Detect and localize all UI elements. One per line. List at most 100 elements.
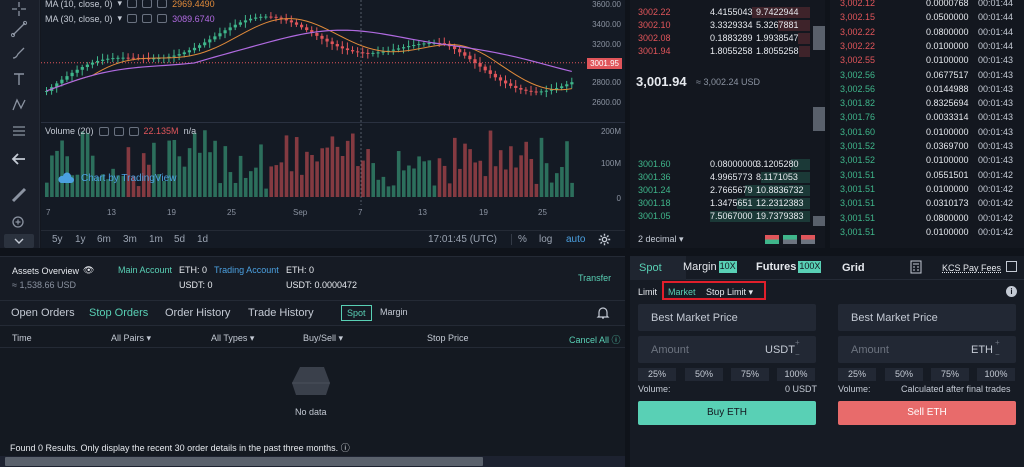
order-type-stop-limit[interactable]: Stop Limit ▾ [706,287,753,298]
ask-row[interactable]: 3002.22 4.4155043 9.7422944 [630,6,810,19]
crosshair-icon[interactable] [10,0,30,20]
close-icon[interactable] [157,0,168,8]
pattern-icon[interactable] [10,96,30,116]
brush-icon[interactable] [10,44,30,64]
bid-row[interactable]: 3001.05 7.5067000 19.7379383 [630,210,810,223]
ask-row[interactable]: 3001.94 1.8055258 1.8055258 [630,45,810,58]
tab-order-history[interactable]: Order History [165,307,230,319]
sell-amount-field[interactable]: Amount ETH + − [838,336,1016,363]
bid-row[interactable]: 3001.60 0.08000000 3.1205280 [630,158,810,171]
stepper-up-icon[interactable]: + [995,338,1000,347]
sell-pct-25[interactable]: 25% [838,368,876,381]
tradingview-watermark[interactable]: Chart by TradingView [57,172,176,184]
bids-scrollbar[interactable] [813,216,825,226]
cancel-all-button[interactable]: Cancel All ⓘ [569,333,621,346]
fib-icon[interactable] [10,122,30,142]
book-bids-icon[interactable] [783,235,797,244]
range-5d[interactable]: 5d [174,234,185,245]
tab-spot[interactable]: Spot [639,262,662,274]
range-6m[interactable]: 6m [97,234,111,245]
visibility-icon[interactable] [98,126,109,136]
close-icon[interactable] [157,14,168,23]
sell-price-field[interactable]: Best Market Price [838,304,1016,331]
info-icon[interactable]: ⓘ [341,443,350,453]
buy-pct-75[interactable]: 75% [731,368,769,381]
sell-eth-button[interactable]: Sell ETH [838,401,1016,425]
percent-scale-toggle[interactable]: % [511,234,527,245]
stepper-down-icon[interactable]: − [995,350,1000,359]
book-asks-icon[interactable] [801,235,815,244]
gear-icon[interactable] [598,233,611,246]
tab-futures[interactable]: Futures 100X [756,261,822,273]
stepper-down-icon[interactable]: − [795,350,800,359]
sell-pct-75[interactable]: 75% [931,368,969,381]
asks-scrollbar[interactable] [813,26,825,50]
all-pairs-filter[interactable]: All Pairs ▾ [111,333,151,344]
transfer-link[interactable]: Transfer [578,273,611,283]
utc-clock[interactable]: 17:01:45 (UTC) [428,234,497,245]
range-3m[interactable]: 3m [123,234,137,245]
range-5y[interactable]: 5y [52,234,63,245]
tab-trade-history[interactable]: Trade History [248,307,314,319]
eye-icon[interactable]: 👁 [83,265,94,276]
chevron-down-icon[interactable]: ▾ [118,13,123,24]
tab-open-orders[interactable]: Open Orders [11,307,75,319]
ruler-icon[interactable] [10,186,30,206]
book-scrollbar[interactable] [813,107,825,131]
auto-scale-toggle[interactable]: auto [566,234,585,245]
buy-sell-filter[interactable]: Buy/Sell ▾ [303,333,343,344]
sell-pct-50[interactable]: 50% [885,368,923,381]
decimal-select[interactable]: 2 decimal ▾ [638,234,684,245]
log-scale-toggle[interactable]: log [539,234,552,245]
info-icon[interactable]: i [1006,286,1017,297]
ask-row[interactable]: 3002.08 0.1883289 1.9938547 [630,32,810,45]
bid-row[interactable]: 3001.18 1.3475651 12.2312383 [630,197,810,210]
kcs-fees-checkbox[interactable] [1006,261,1017,272]
buy-pct-25[interactable]: 25% [638,368,676,381]
book-both-icon[interactable] [765,235,779,244]
all-types-filter[interactable]: All Types ▾ [211,333,254,344]
trading-account-link[interactable]: Trading Account [214,265,279,275]
zoom-in-icon[interactable] [10,214,30,234]
ob-price: 3002.22 [638,7,671,17]
bell-icon[interactable] [596,306,610,320]
trend-line-icon[interactable] [10,20,30,40]
price-chart[interactable]: MA (10, close, 0) ▾ 2969.4490 MA (30, cl… [41,0,625,230]
filter-margin[interactable]: Margin [380,307,408,317]
settings-icon[interactable] [142,14,153,23]
bid-row[interactable]: 3001.24 2.7665679 10.8836732 [630,184,810,197]
ask-row[interactable]: 3002.10 3.3329334 5.3267881 [630,19,810,32]
buy-eth-button[interactable]: Buy ETH [638,401,816,425]
tab-stop-orders[interactable]: Stop Orders [89,307,148,319]
buy-amount-field[interactable]: Amount USDT + − [638,336,816,363]
settings-icon[interactable] [142,0,153,8]
toolbar-collapse-button[interactable] [4,234,34,248]
tab-grid[interactable]: Grid [842,262,865,274]
buy-pct-50[interactable]: 50% [685,368,723,381]
bid-row[interactable]: 3001.36 4.9965773 8.1171053 [630,171,810,184]
horizontal-scrollbar[interactable] [5,457,483,466]
sell-pct-100[interactable]: 100% [977,368,1015,381]
main-account-link[interactable]: Main Account [118,265,172,275]
order-type-limit[interactable]: Limit [638,287,657,297]
tab-margin[interactable]: Margin 10X [683,261,737,273]
kcs-pay-fees-label[interactable]: KCS Pay Fees [942,263,1001,273]
filter-spot[interactable]: Spot [341,305,372,321]
range-1d[interactable]: 1d [197,234,208,245]
visibility-icon[interactable] [127,14,138,23]
range-1y[interactable]: 1y [75,234,86,245]
pane-divider[interactable] [41,122,625,123]
stepper-up-icon[interactable]: + [795,338,800,347]
close-icon[interactable] [128,126,139,136]
calculator-icon[interactable] [909,260,923,274]
visibility-icon[interactable] [127,0,138,8]
buy-price-field[interactable]: Best Market Price [638,304,816,331]
trade-row: 3,001.51 0.0310173 00:01:42 [838,197,1024,210]
order-type-market[interactable]: Market [668,287,696,297]
chevron-down-icon[interactable]: ▾ [118,0,123,9]
settings-icon[interactable] [113,126,124,136]
buy-pct-100[interactable]: 100% [777,368,815,381]
range-1m[interactable]: 1m [149,234,163,245]
text-icon[interactable] [10,70,30,90]
back-arrow-icon[interactable] [10,150,30,170]
